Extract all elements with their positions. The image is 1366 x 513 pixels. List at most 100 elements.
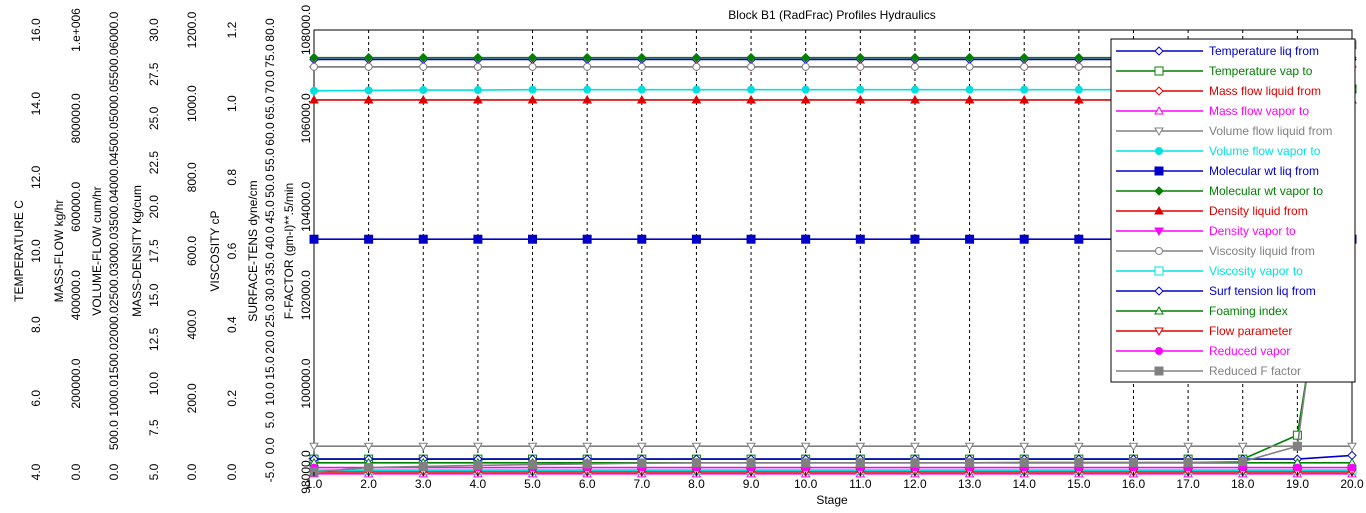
x-tick-label: 17.0 [1176,477,1200,491]
legend-label: Foaming index [1209,304,1288,318]
y-tick-label: 800000.0 [69,93,83,143]
y-tick-label: 70.0 [263,70,277,94]
data-point [692,62,701,71]
y-tick-label: 400.0 [185,309,199,339]
data-point [965,85,974,94]
legend-label: Density vapor to [1209,224,1296,238]
data-point [910,234,920,244]
y-axis-7: 98000.0100000.0102000.0104000.0106000.01… [282,5,313,494]
y-axis-label: F-FACTOR (gm-l)**.5/min [282,183,296,319]
y-tick-label: 25.0 [263,304,277,328]
y-tick-label: 1000.0 [107,380,121,417]
series-line [314,454,1353,460]
x-tick-label: 14.0 [1013,477,1037,491]
data-point [910,85,919,94]
y-tick-label: 12.5 [147,327,161,351]
legend-label: Reduced F factor [1209,364,1301,378]
legend-label: Volume flow liquid from [1209,124,1332,138]
x-tick-label: 20.0 [1340,477,1364,491]
data-point [965,62,974,71]
data-point [1238,457,1248,467]
y-tick-label: 0.2 [225,390,239,407]
y-tick-label: 0.0 [185,463,199,480]
data-point [582,234,592,244]
y-tick-label: 25.0 [147,106,161,130]
data-point [1155,347,1163,355]
y-tick-label: 4000.0 [107,159,121,196]
data-point [473,62,482,71]
data-point [309,234,319,244]
data-point [1155,147,1163,155]
y-tick-label: 5500.0 [107,48,121,85]
legend-label: Flow parameter [1209,324,1292,338]
legend-label: Reduced vapor [1209,344,1290,358]
data-point [910,62,919,71]
y-tick-label: 1200.0 [185,11,199,48]
y-axis-2: 0.0 500.0 1000.01500.02000.02500.03000.035… [90,11,121,480]
y-tick-label: 15.0 [263,356,277,380]
y-tick-label: 16.0 [29,18,43,42]
y-tick-label: 200000.0 [69,358,83,408]
y-tick-label: 400000.0 [69,270,83,320]
data-point [310,62,318,71]
y-tick-label: 30.0 [263,278,277,302]
data-point [310,86,318,95]
y-tick-label: 2500.0 [107,269,121,306]
data-point [364,62,373,71]
x-tick-label: 7.0 [633,477,650,491]
x-tick-label: 4.0 [470,477,487,491]
x-tick-label: 1.0 [306,477,323,491]
legend: Temperature liq from Temperature vap to Ma… [1110,38,1356,383]
legend-label: Molecular wt liq from [1209,164,1319,178]
data-point [528,62,537,71]
y-tick-label: 60.0 [263,122,277,146]
data-point [1074,85,1083,94]
x-tick-label: 15.0 [1067,477,1091,491]
data-point [364,463,374,473]
data-point [801,458,811,468]
data-point [637,234,647,244]
y-tick-label: 65.0 [263,96,277,120]
data-point [1074,62,1083,71]
data-point [528,460,538,470]
data-point [965,458,975,468]
data-point [637,458,647,468]
data-point [364,86,373,95]
data-point [364,234,374,244]
data-point [1183,457,1193,467]
data-point [746,458,756,468]
data-point [1155,247,1163,255]
data-point [855,458,865,468]
y-axis-label: SURFACE-TENS dyne/cm [246,180,260,321]
x-tick-label: 2.0 [360,477,377,491]
y-tick-label: 4500.0 [107,122,121,159]
y-tick-label: 55.0 [263,148,277,172]
y-tick-label: 800.0 [185,162,199,192]
data-point [691,458,701,468]
y-tick-label: 1.e+006 [69,8,83,52]
y-tick-label: 102000.0 [299,270,313,320]
y-tick-label: 8.0 [29,316,43,333]
data-point [1154,266,1164,276]
y-tick-label: 12.0 [29,165,43,189]
data-point [1019,457,1029,467]
x-tick-label: 13.0 [958,477,982,491]
y-tick-label: -5.0 [263,461,277,482]
y-tick-label: 0.8 [225,169,239,186]
y-tick-label: 14.0 [29,92,43,116]
y-tick-label: 108000.0 [299,5,313,55]
y-tick-label: 2000.0 [107,306,121,343]
y-tick-label: 20.0 [147,195,161,219]
y-tick-label: 600.0 [185,236,199,266]
y-tick-label: 50.0 [263,174,277,198]
data-point [583,62,592,71]
y-tick-label: 4.0 [29,463,43,480]
series-4 [309,442,1357,452]
data-point [419,62,428,71]
data-point [1293,463,1302,472]
data-point [1154,366,1164,376]
legend-label: Molecular wt vapor to [1209,184,1323,198]
data-point [637,62,646,71]
data-point [856,85,865,94]
y-tick-label: 45.0 [263,200,277,224]
